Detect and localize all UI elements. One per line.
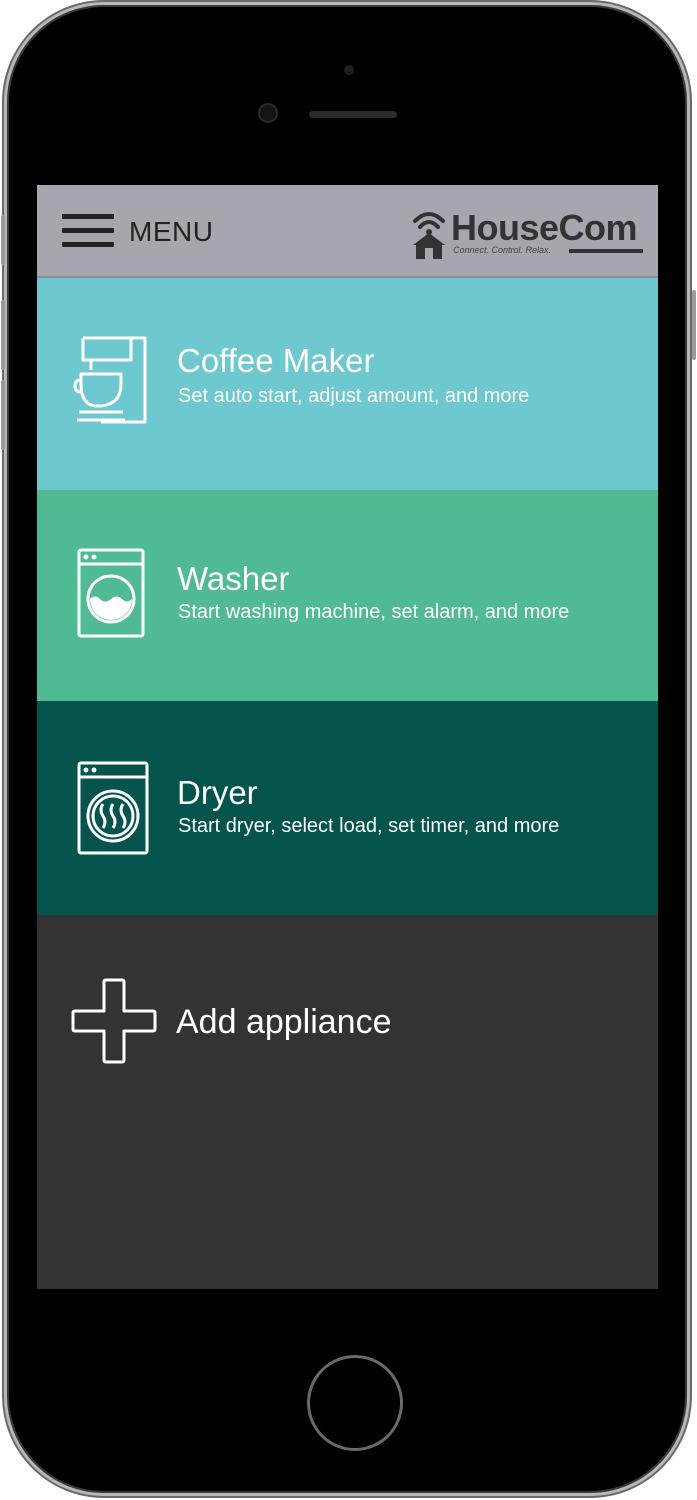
dryer-icon [77,761,149,855]
home-button[interactable] [307,1355,403,1451]
washer-icon [77,548,145,638]
appliance-row-dryer[interactable]: Dryer Start dryer, select load, set time… [37,701,658,915]
coffee-maker-icon [73,336,147,424]
logo-name: HouseCom [451,207,638,248]
volume-down-button [1,380,5,450]
menu-label[interactable]: MENU [129,216,213,248]
volume-up-button [1,300,5,370]
house-wifi-icon [413,212,445,259]
add-appliance-label: Add appliance [176,1003,392,1041]
appliance-row-coffee-maker[interactable]: Coffee Maker Set auto start, adjust amou… [37,278,658,490]
app-screen: MENU HouseCom Connect. Control. Relax. C… [37,185,658,1289]
hamburger-menu-icon[interactable] [62,214,114,250]
top-bar: MENU HouseCom Connect. Control. Relax. [37,185,658,278]
logo-underline [569,249,643,253]
power-button [692,290,696,360]
washer-subtitle: Start washing machine, set alarm, and mo… [178,601,570,623]
front-camera [258,103,278,123]
coffee-maker-subtitle: Set auto start, adjust amount, and more [178,385,530,407]
washer-title: Washer [177,560,290,597]
plus-icon [71,978,157,1064]
dryer-subtitle: Start dryer, select load, set timer, and… [178,815,560,837]
coffee-maker-title: Coffee Maker [177,342,375,379]
proximity-sensor [344,65,354,75]
appliance-row-washer[interactable]: Washer Start washing machine, set alarm,… [37,490,658,701]
add-appliance-row[interactable]: Add appliance [37,915,658,1289]
dryer-title: Dryer [177,774,258,811]
logo-tagline: Connect. Control. Relax. [453,245,552,255]
earpiece-speaker [309,111,397,118]
mute-switch [1,215,5,265]
housecom-logo: HouseCom Connect. Control. Relax. [409,203,649,263]
